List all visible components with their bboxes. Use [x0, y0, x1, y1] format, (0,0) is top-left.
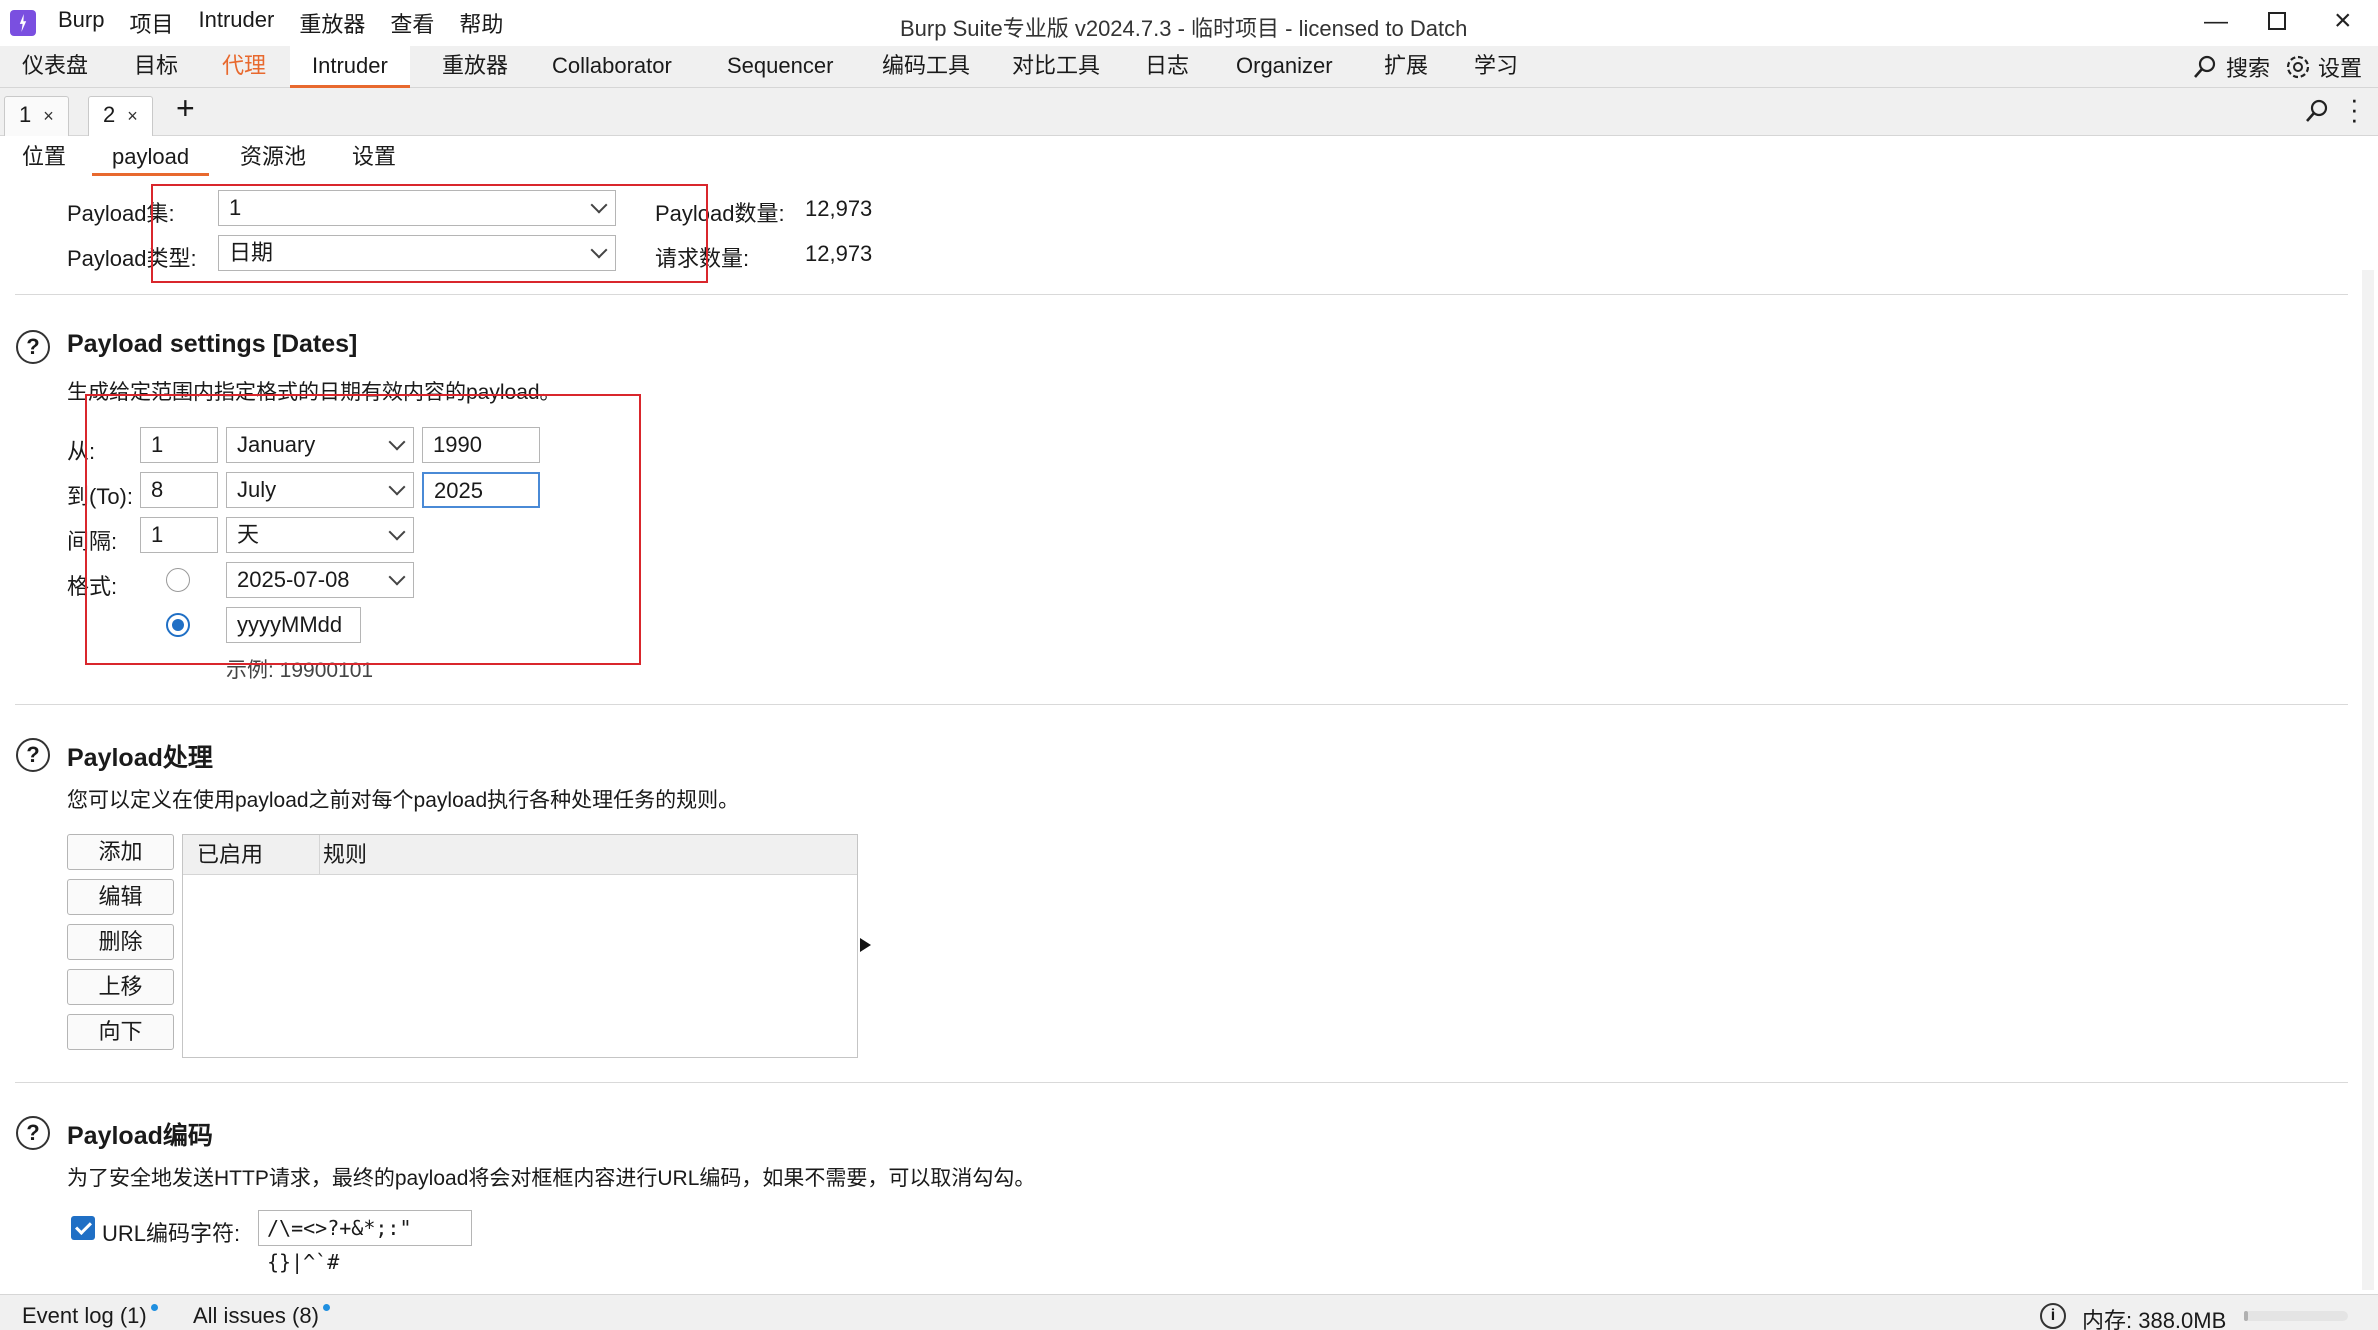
settings-label: 设置: [2318, 56, 2363, 81]
help-icon[interactable]: ?: [16, 330, 50, 364]
add-tab-icon[interactable]: +: [176, 90, 195, 127]
tab-comparer[interactable]: 对比工具: [990, 46, 1122, 88]
search-label: 搜索: [2226, 56, 2271, 81]
close-tab-icon[interactable]: ×: [43, 106, 54, 126]
add-rule-button[interactable]: 添加: [67, 834, 174, 870]
attack-tab-1[interactable]: 1 ×: [4, 96, 69, 136]
close-icon[interactable]: ×: [2334, 4, 2352, 38]
tab-sequencer[interactable]: Sequencer: [705, 46, 855, 88]
menu-burp[interactable]: Burp: [58, 7, 104, 39]
highlight-box-date-settings: [85, 394, 641, 665]
help-icon[interactable]: ?: [16, 1116, 50, 1150]
section-divider: [15, 294, 2348, 295]
tab-proxy[interactable]: 代理: [200, 46, 288, 88]
memory-usage: 内存: 388.0MB: [2082, 1308, 2227, 1330]
status-bar: Event log (1) All issues (8) i 内存: 388.0…: [0, 1294, 2378, 1330]
gear-icon: [2286, 55, 2310, 79]
attack-tab-label: 2: [103, 102, 116, 127]
encoding-description: 为了安全地发送HTTP请求，最终的payload将会对框框内容进行URL编码，如…: [67, 1167, 1036, 1190]
payload-count-value: 12,973: [805, 196, 873, 221]
url-encode-label: URL编码字符:: [102, 1221, 241, 1246]
global-search[interactable]: 搜索: [2192, 46, 2270, 88]
notification-dot: [150, 1304, 158, 1311]
event-log-link[interactable]: Event log (1): [22, 1303, 158, 1329]
table-header: 已启用 规则: [183, 835, 857, 875]
move-down-button[interactable]: 向下: [67, 1014, 174, 1050]
column-enabled[interactable]: 已启用: [197, 835, 263, 875]
menu-bar: Burp 项目 Intruder 重放器 查看 帮助: [58, 7, 528, 39]
minimize-icon[interactable]: —: [2204, 8, 2228, 36]
column-rule[interactable]: 规则: [323, 835, 367, 875]
attack-tab-2[interactable]: 2 ×: [88, 96, 153, 136]
maximize-icon[interactable]: [2268, 12, 2286, 30]
menu-project[interactable]: 项目: [129, 7, 173, 39]
all-issues-link[interactable]: All issues (8): [193, 1303, 330, 1329]
encoding-heading: Payload编码: [67, 1122, 213, 1150]
tab-intruder[interactable]: Intruder: [290, 46, 410, 88]
move-up-button[interactable]: 上移: [67, 969, 174, 1005]
tab-learn[interactable]: 学习: [1452, 46, 1540, 88]
processing-rules-table[interactable]: 已启用 规则: [182, 834, 858, 1058]
processing-heading: Payload处理: [67, 744, 213, 772]
tab-dashboard[interactable]: 仪表盘: [0, 46, 110, 88]
highlight-box-payload-type: [151, 184, 708, 283]
remove-rule-button[interactable]: 删除: [67, 924, 174, 960]
tab-resource-pool[interactable]: 资源池: [220, 142, 326, 176]
memory-bar-fill: [2244, 1311, 2248, 1321]
tab-payloads[interactable]: payload: [92, 142, 210, 176]
caret-right-icon[interactable]: [860, 938, 871, 952]
menu-view[interactable]: 查看: [390, 7, 434, 39]
tab-logger[interactable]: 日志: [1123, 46, 1211, 88]
tab-target[interactable]: 目标: [112, 46, 200, 88]
memory-bar: [2244, 1311, 2348, 1321]
request-count-value: 12,973: [805, 241, 873, 266]
all-issues-label: All issues (8): [193, 1303, 319, 1328]
tab-organizer[interactable]: Organizer: [1214, 46, 1355, 88]
attack-tab-label: 1: [19, 102, 32, 127]
more-options-icon[interactable]: · · ·: [2350, 86, 2359, 132]
burp-logo-icon: [10, 10, 36, 36]
edit-rule-button[interactable]: 编辑: [67, 879, 174, 915]
help-icon[interactable]: ?: [16, 738, 50, 772]
event-log-label: Event log (1): [22, 1303, 147, 1328]
menu-repeater[interactable]: 重放器: [299, 7, 365, 39]
url-encode-checkbox[interactable]: [71, 1216, 95, 1240]
attack-tab-bar: 1 × 2 × + · · ·: [0, 86, 2378, 136]
main-tab-bar: 仪表盘 目标 代理 Intruder 重放器 Collaborator Sequ…: [0, 46, 2378, 88]
section-divider: [15, 704, 2348, 705]
tab-decoder[interactable]: 编码工具: [860, 46, 992, 88]
tab-extensions[interactable]: 扩展: [1362, 46, 1450, 88]
tab-settings[interactable]: 设置: [332, 142, 416, 176]
tab-collaborator[interactable]: Collaborator: [530, 46, 694, 88]
global-settings[interactable]: 设置: [2284, 46, 2362, 88]
window-title: Burp Suite专业版 v2024.7.3 - 临时项目 - license…: [900, 16, 1468, 41]
payloads-panel: Payload集: 1 Payload类型: 日期 Payload数量: 12,…: [0, 176, 2378, 1294]
processing-description: 您可以定义在使用payload之前对每个payload执行各种处理任务的规则。: [67, 789, 740, 812]
column-divider: [319, 835, 320, 875]
menu-help[interactable]: 帮助: [459, 7, 503, 39]
url-encode-chars-input[interactable]: /\=<>?+&*;:"{}|^`#: [258, 1210, 472, 1274]
tab-positions[interactable]: 位置: [2, 142, 86, 176]
intruder-tab-bar: 位置 payload 资源池 设置: [0, 136, 2378, 176]
menu-intruder[interactable]: Intruder: [199, 7, 275, 39]
vertical-scrollbar[interactable]: [2362, 270, 2374, 1290]
info-icon[interactable]: i: [2040, 1303, 2066, 1329]
settings-heading: Payload settings [Dates]: [67, 330, 358, 358]
search-icon: [2194, 55, 2216, 78]
section-divider: [15, 1082, 2348, 1083]
search-icon[interactable]: [2304, 98, 2330, 124]
tab-repeater[interactable]: 重放器: [420, 46, 530, 88]
title-bar: Burp 项目 Intruder 重放器 查看 帮助 Burp Suite专业版…: [0, 0, 2378, 46]
close-tab-icon[interactable]: ×: [127, 106, 138, 126]
notification-dot: [322, 1304, 330, 1311]
